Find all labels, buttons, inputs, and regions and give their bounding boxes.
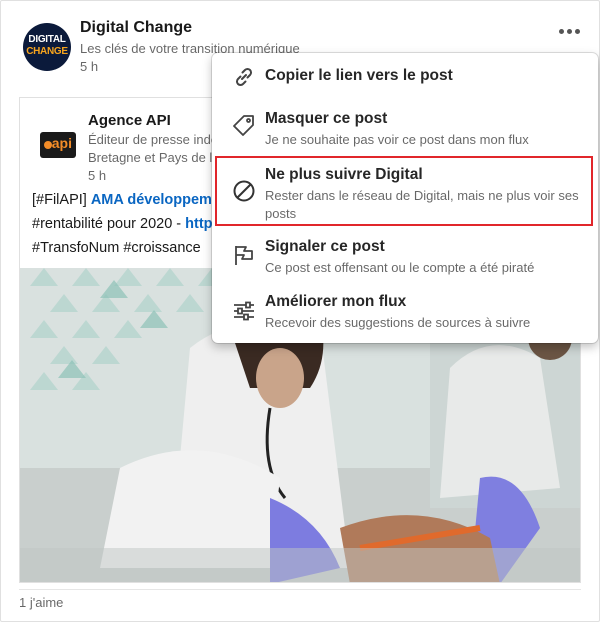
dot-icon	[574, 28, 580, 34]
feed-post-card: DIGITAL CHANGE Digital Change Les clés d…	[0, 0, 600, 622]
link-icon	[235, 67, 253, 87]
post-options-menu: Copier le lien vers le post Masquer ce p…	[212, 53, 598, 343]
dot-icon	[566, 28, 572, 34]
divider	[19, 589, 581, 590]
post-time: 5 h	[80, 59, 99, 74]
menu-item-hide-post[interactable]: Masquer ce post Je ne souhaite pas voir …	[212, 101, 598, 155]
post-text: #rentabilité pour 2020 -	[32, 216, 186, 232]
menu-item-title: Signaler ce post	[265, 238, 385, 255]
post-text: [#FilAPI]	[32, 192, 91, 208]
menu-item-description: Je ne souhaite pas voir ce post dans mon…	[265, 132, 529, 147]
author-name[interactable]: Digital Change	[80, 19, 192, 37]
menu-item-title: Améliorer mon flux	[265, 293, 407, 310]
menu-item-improve-feed[interactable]: Améliorer mon flux Recevoir des suggesti…	[212, 287, 598, 341]
menu-item-report[interactable]: Signaler ce post Ce post est offensant o…	[212, 231, 598, 285]
agence-api-logo[interactable]: api	[40, 132, 76, 158]
likes-count[interactable]: 1 j'aime	[19, 595, 63, 610]
menu-item-description: Recevoir des suggestions de sources à su…	[265, 315, 531, 330]
tag-icon	[233, 115, 254, 136]
logo-line2: CHANGE	[26, 46, 68, 57]
flag-icon	[235, 246, 253, 265]
logo-text: api	[51, 135, 72, 151]
sliders-icon	[234, 301, 254, 321]
highlight-box	[215, 156, 593, 226]
dot-icon	[558, 28, 564, 34]
menu-item-description: Ce post est offensant ou le compte a été…	[265, 260, 535, 275]
menu-item-copy-link[interactable]: Copier le lien vers le post	[212, 53, 598, 101]
digital-change-logo[interactable]: DIGITAL CHANGE	[23, 23, 71, 71]
logo-line1: DIGITAL	[28, 34, 66, 45]
shared-author-name[interactable]: Agence API	[88, 112, 171, 129]
menu-item-title: Copier le lien vers le post	[265, 67, 453, 84]
post-text-line: [#FilAPI] AMA développement	[32, 192, 234, 208]
post-text-line: #rentabilité pour 2020 - https://	[32, 216, 233, 232]
menu-item-title: Masquer ce post	[265, 110, 388, 127]
post-hashtags[interactable]: #TransfoNum #croissance	[32, 240, 201, 256]
more-options-button[interactable]	[552, 19, 586, 43]
shared-post-time: 5 h	[88, 168, 107, 183]
